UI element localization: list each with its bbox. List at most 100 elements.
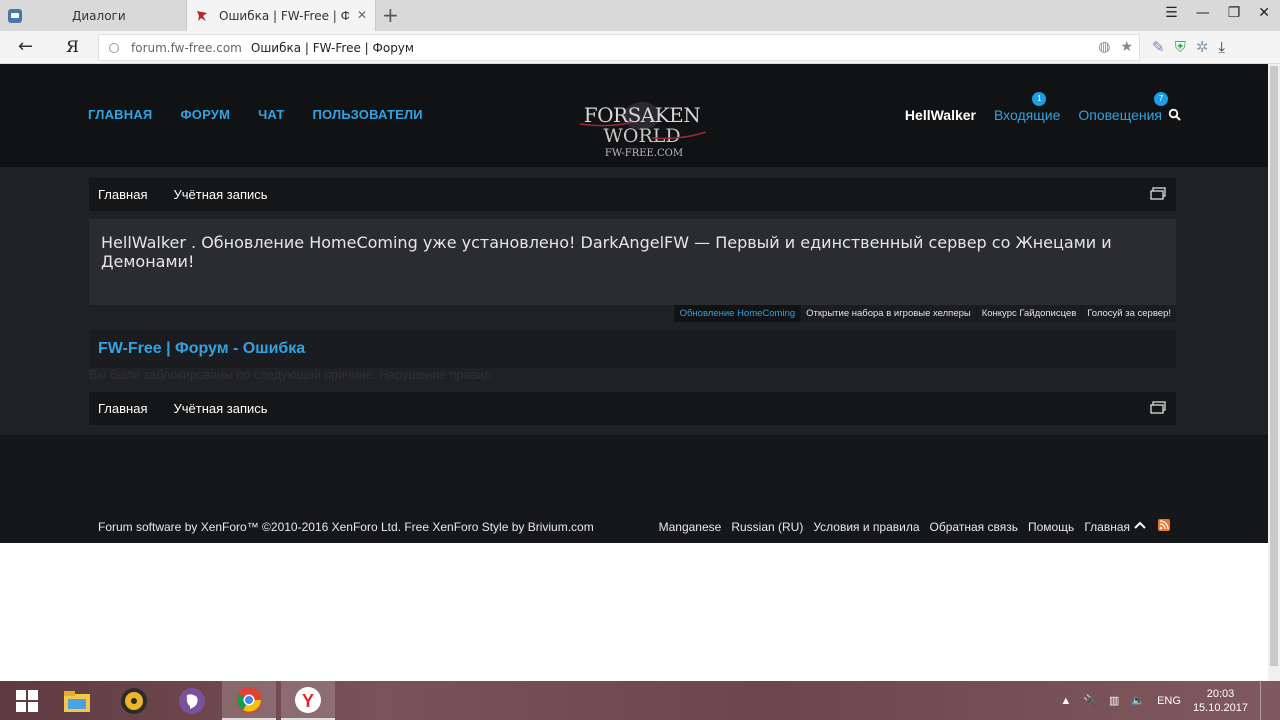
taskbar-chrome[interactable]	[222, 681, 276, 720]
download-icon[interactable]: ⤓	[1218, 38, 1225, 56]
extension-icons: ✎ ⛨ ✲ ⤓	[1152, 38, 1225, 56]
nav-chat[interactable]: ЧАТ	[258, 107, 284, 122]
forum-favicon-icon	[197, 10, 207, 21]
chrome-icon	[236, 686, 262, 713]
taskbar-yandex-browser[interactable]: Y	[281, 681, 335, 720]
site-info-icon[interactable]	[109, 42, 119, 53]
footer-icons	[1134, 519, 1170, 531]
folder-icon	[64, 690, 90, 712]
url-page-title: Ошибка | FW-Free | Форум	[250, 40, 414, 55]
footer-terms[interactable]: Условия и правила	[813, 520, 919, 534]
breadcrumb-home[interactable]: Главная	[98, 401, 147, 416]
media-player-icon	[121, 687, 147, 714]
windows-logo-icon	[16, 689, 38, 712]
yandex-browser-icon: Y	[295, 686, 321, 713]
windows-taskbar: Y ▲ 🔌 ▥ 🔈 ENG 20:03 15.10.2017	[0, 681, 1280, 720]
forum-page: ГЛАВНАЯ ФОРУМ ЧАТ ПОЛЬЗОВАТЕЛИ FORSAKEN …	[0, 64, 1280, 543]
inbox-count-badge: 1	[1032, 92, 1047, 106]
breadcrumb-menu-icon[interactable]	[1150, 187, 1166, 201]
clock-date: 15.10.2017	[1192, 701, 1248, 714]
rss-icon[interactable]	[1158, 519, 1170, 531]
notice-banner: HellWalker . Обновление HomeComing уже у…	[89, 219, 1176, 305]
tray-expand-icon[interactable]: ▲	[1060, 695, 1071, 707]
translate-icon[interactable]: ◍	[1098, 39, 1110, 55]
nav-forum[interactable]: ФОРУМ	[180, 107, 230, 122]
menu-icon[interactable]: ☰	[1165, 5, 1178, 21]
back-arrow-icon[interactable]: ←	[18, 36, 33, 57]
notice-tab-helpers[interactable]: Открытие набора в игровые хелперы	[801, 305, 976, 322]
start-button[interactable]	[0, 681, 54, 720]
search-icon[interactable]	[1168, 108, 1182, 122]
notice-text: HellWalker . Обновление HomeComing уже у…	[101, 233, 1112, 271]
svg-text:Y: Y	[302, 691, 314, 711]
breadcrumb-home[interactable]: Главная	[98, 187, 147, 202]
yandex-logo[interactable]: Я	[66, 37, 79, 56]
window-controls: ☰ — ❐ ✕	[1165, 5, 1270, 21]
forsaken-world-logo[interactable]: FORSAKEN WORLD FW-FREE.COM	[572, 96, 712, 162]
logo-line-1: FORSAKEN	[584, 103, 701, 127]
breadcrumb-account[interactable]: Учётная запись	[173, 401, 267, 416]
footer-language-chooser[interactable]: Russian (RU)	[731, 520, 803, 534]
page-title: FW-Free | Форум - Ошибка	[89, 330, 1176, 368]
address-bar-row: ← Я forum.fw-free.com Ошибка | FW-Free |…	[0, 31, 1280, 64]
footer-home[interactable]: Главная	[1084, 520, 1130, 534]
scrollbar-thumb[interactable]	[1270, 66, 1278, 666]
taskbar-aimp[interactable]	[107, 681, 161, 720]
new-tab-button[interactable]: +	[382, 4, 399, 26]
pen-extension-icon[interactable]: ✎	[1152, 38, 1165, 56]
puzzle-extension-icon[interactable]: ✲	[1196, 38, 1209, 56]
breadcrumb-menu-icon[interactable]	[1150, 401, 1166, 415]
breadcrumb-account[interactable]: Учётная запись	[173, 187, 267, 202]
bookmark-star-icon[interactable]: ★	[1120, 39, 1133, 55]
show-desktop-button[interactable]	[1260, 681, 1266, 720]
close-tab-icon[interactable]: ✕	[357, 8, 367, 22]
notice-tab-vote[interactable]: Голосуй за сервер!	[1082, 305, 1176, 322]
browser-tab-strip: Диалоги Ошибка | FW-Free | Форум ✕ + ☰ —…	[0, 0, 1280, 31]
footer-help[interactable]: Помощь	[1028, 520, 1074, 534]
system-tray: ▲ 🔌 ▥ 🔈 ENG 20:03 15.10.2017	[1060, 681, 1280, 720]
tab-title: Диалоги	[72, 8, 126, 23]
language-indicator[interactable]: ENG	[1157, 695, 1181, 707]
scroll-top-icon[interactable]	[1134, 519, 1146, 531]
main-nav: ГЛАВНАЯ ФОРУМ ЧАТ ПОЛЬЗОВАТЕЛИ	[88, 107, 423, 122]
alerts-label: Оповещения	[1078, 107, 1162, 123]
logo-line-3: FW-FREE.COM	[605, 148, 683, 159]
notice-tab-homecoming[interactable]: Обновление HomeComing	[674, 305, 801, 322]
breadcrumb-bottom: Главная Учётная запись	[89, 392, 1176, 425]
close-window-icon[interactable]: ✕	[1258, 5, 1270, 21]
footer-contact[interactable]: Обратная связь	[930, 520, 1018, 534]
tab-dialogs[interactable]: Диалоги	[0, 0, 186, 31]
site-header: ГЛАВНАЯ ФОРУМ ЧАТ ПОЛЬЗОВАТЕЛИ FORSAKEN …	[0, 64, 1268, 167]
nav-home[interactable]: ГЛАВНАЯ	[88, 107, 152, 122]
tab-forum-error[interactable]: Ошибка | FW-Free | Форум ✕	[186, 0, 376, 31]
logo-line-2: WORLD	[603, 125, 680, 147]
clock[interactable]: 20:03 15.10.2017	[1193, 687, 1248, 715]
restore-icon[interactable]: ❐	[1228, 5, 1241, 21]
page-scrollbar[interactable]	[1268, 64, 1280, 681]
notice-tab-guide-contest[interactable]: Конкурс Гайдописцев	[976, 305, 1082, 322]
inbox-label: Входящие	[994, 107, 1061, 123]
tab-title: Ошибка | FW-Free | Форум	[219, 8, 349, 23]
volume-icon[interactable]: 🔈	[1131, 694, 1145, 707]
vk-messages-icon	[8, 8, 22, 23]
error-message: Вы были заблокированы по следующей причи…	[89, 368, 492, 382]
footer-links: Manganese Russian (RU) Условия и правила…	[659, 520, 1130, 534]
breadcrumb: Главная Учётная запись	[89, 178, 1176, 211]
taskbar-viber[interactable]	[165, 681, 219, 720]
address-input[interactable]: forum.fw-free.com Ошибка | FW-Free | Фор…	[98, 34, 1140, 61]
nav-users[interactable]: ПОЛЬЗОВАТЕЛИ	[313, 107, 423, 122]
power-icon[interactable]: 🔌	[1083, 694, 1097, 707]
shield-icon[interactable]: ⛨	[1175, 38, 1186, 56]
taskbar-explorer[interactable]	[50, 681, 104, 720]
viber-icon	[179, 687, 205, 714]
user-nav: HellWalker Входящие 1 Оповещения 7	[905, 92, 1168, 123]
alerts-link[interactable]: Оповещения 7	[1078, 92, 1168, 123]
footer-copyright[interactable]: Forum software by XenForo™ ©2010-2016 Xe…	[98, 520, 594, 534]
inbox-link[interactable]: Входящие 1	[994, 92, 1061, 123]
minimize-icon[interactable]: —	[1196, 5, 1210, 21]
footer-style-chooser[interactable]: Manganese	[659, 520, 722, 534]
username-link[interactable]: HellWalker	[905, 107, 976, 123]
clock-time: 20:03	[1206, 687, 1235, 700]
network-icon[interactable]: ▥	[1109, 694, 1119, 707]
url-domain: forum.fw-free.com	[131, 40, 242, 55]
